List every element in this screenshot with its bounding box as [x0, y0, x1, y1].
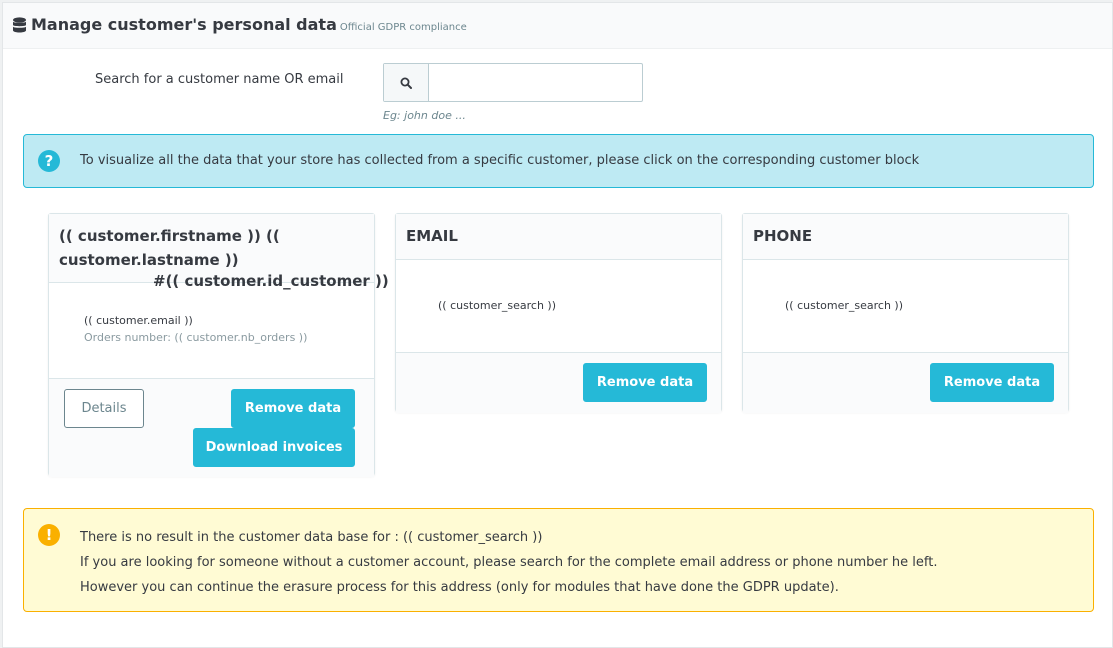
page-title: Manage customer's personal data Official … — [31, 15, 467, 34]
exclamation-circle-icon: ! — [38, 524, 60, 546]
search-icon — [400, 77, 412, 89]
download-invoices-button[interactable]: Download invoices — [193, 428, 355, 467]
phone-card-footer: Remove data — [743, 352, 1068, 413]
email-search-value: (( customer_search )) — [438, 299, 556, 312]
search-help-text: Eg: john doe ... — [383, 109, 466, 122]
info-alert: ? To visualize all the data that your st… — [23, 134, 1094, 188]
database-icon — [13, 17, 26, 33]
phone-remove-data-button[interactable]: Remove data — [930, 363, 1054, 402]
email-card-title: EMAIL — [406, 227, 458, 245]
warning-alert: ! There is no result in the customer dat… — [23, 508, 1094, 612]
customer-card-footer: Details Remove data Download invoices — [49, 378, 374, 477]
customer-name: (( customer.firstname )) (( customer.las… — [59, 227, 280, 269]
search-input[interactable] — [429, 64, 642, 101]
email-card[interactable]: EMAIL (( customer_search )) Remove data — [395, 213, 722, 413]
email-card-header: EMAIL — [396, 214, 721, 260]
phone-card-title: PHONE — [753, 227, 813, 245]
phone-card[interactable]: PHONE (( customer_search )) Remove data — [742, 213, 1069, 413]
page-title-text: Manage customer's personal data — [31, 15, 337, 34]
email-remove-data-button[interactable]: Remove data — [583, 363, 707, 402]
question-circle-icon: ? — [38, 150, 60, 172]
email-card-footer: Remove data — [396, 352, 721, 413]
warning-line: However you can continue the erasure pro… — [80, 580, 839, 595]
info-alert-text: To visualize all the data that your stor… — [80, 153, 920, 168]
search-input-group — [383, 63, 643, 102]
remove-data-button[interactable]: Remove data — [231, 389, 355, 428]
gdpr-panel: Manage customer's personal data Official … — [2, 2, 1113, 648]
customer-email: (( customer.email )) — [84, 314, 193, 327]
details-button[interactable]: Details — [64, 389, 144, 428]
warning-line: There is no result in the customer data … — [80, 530, 543, 545]
customer-orders-count: Orders number: (( customer.nb_orders )) — [84, 331, 308, 344]
search-addon — [384, 64, 429, 101]
phone-card-header: PHONE — [743, 214, 1068, 260]
warning-line: If you are looking for someone without a… — [80, 555, 938, 570]
panel-heading: Manage customer's personal data Official … — [3, 3, 1112, 49]
page-subtitle: Official GDPR compliance — [339, 22, 467, 33]
warning-alert-text: There is no result in the customer data … — [80, 525, 937, 600]
customer-id: #(( customer.id_customer )) — [153, 272, 389, 290]
phone-search-value: (( customer_search )) — [785, 299, 903, 312]
customer-card[interactable]: (( customer.firstname )) (( customer.las… — [48, 213, 389, 477]
search-label: Search for a customer name OR email — [95, 72, 344, 87]
